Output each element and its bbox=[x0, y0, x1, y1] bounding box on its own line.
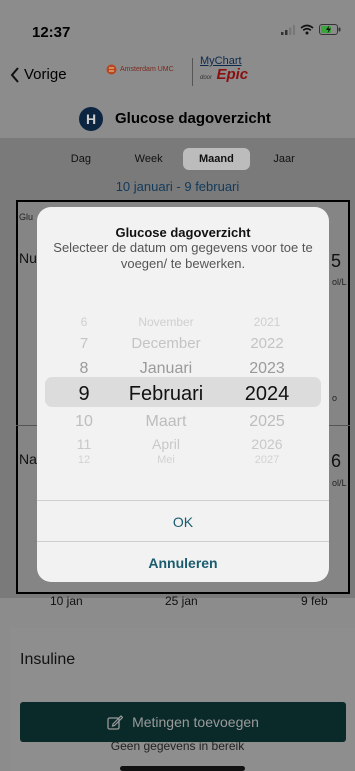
logo-divider bbox=[192, 58, 193, 86]
picker-row-selected[interactable]: 9 Februari 2024 bbox=[37, 383, 329, 407]
x-tick-label: 9 feb bbox=[301, 594, 328, 608]
picker-year: 2023 bbox=[249, 360, 285, 377]
tab-dag[interactable]: Dag bbox=[47, 148, 115, 170]
dialog-divider bbox=[37, 500, 329, 501]
picker-year: 2025 bbox=[249, 413, 285, 430]
edit-icon bbox=[107, 714, 124, 730]
picker-month: Januari bbox=[139, 360, 193, 377]
no-data-text: Geen gegevens in bereik bbox=[110, 739, 245, 753]
hospital-badge: H bbox=[79, 107, 103, 131]
picker-row[interactable]: 6 November 2021 bbox=[37, 315, 329, 335]
row-divider bbox=[329, 425, 350, 426]
picker-month: December bbox=[131, 335, 201, 352]
value-fragment-small: o bbox=[332, 393, 338, 403]
insuline-title: Insuline bbox=[20, 651, 76, 668]
row-label-fragment: Nu bbox=[19, 250, 37, 266]
date-range: 10 januari - 9 februari bbox=[115, 179, 240, 194]
picker-month: Februari bbox=[128, 383, 204, 405]
x-tick-label: 10 jan bbox=[50, 594, 83, 608]
mychart-logo: MyChart door Epic bbox=[200, 56, 248, 83]
wifi-icon bbox=[300, 24, 314, 35]
dialog-title: Glucose dagoverzicht bbox=[115, 225, 251, 240]
picker-year: 2024 bbox=[244, 383, 290, 405]
epic-prefix: door bbox=[200, 75, 213, 81]
dialog-subtitle: Selecteer de datum om gegevens voor toe … bbox=[53, 240, 313, 271]
back-button[interactable]: Vorige bbox=[10, 66, 67, 83]
row-label-fragment: Na bbox=[19, 451, 37, 467]
picker-month: Mei bbox=[157, 454, 175, 466]
picker-year: 2021 bbox=[253, 315, 281, 329]
value-fragment: 5 bbox=[331, 251, 342, 271]
picker-year: 2022 bbox=[250, 335, 284, 352]
row-divider bbox=[16, 425, 38, 426]
picker-row[interactable]: 7 December 2022 bbox=[37, 335, 329, 355]
battery-charging-icon bbox=[319, 24, 341, 35]
tab-jaar[interactable]: Jaar bbox=[250, 148, 318, 170]
picker-day: 6 bbox=[80, 315, 88, 329]
epic-logo-text: Epic bbox=[216, 66, 249, 83]
picker-row[interactable]: 11 April 2026 bbox=[37, 436, 329, 456]
back-label: Vorige bbox=[24, 66, 67, 83]
x-tick-label: 25 jan bbox=[165, 594, 198, 608]
picker-day: 10 bbox=[75, 413, 93, 430]
picker-month: Maart bbox=[145, 413, 187, 430]
page-title: Glucose dagoverzicht bbox=[115, 110, 271, 127]
date-wheel-picker[interactable]: 6 November 2021 7 December 2022 8 Januar… bbox=[37, 302, 329, 472]
value-fragment: 6 bbox=[331, 451, 342, 471]
picker-day: 8 bbox=[79, 360, 89, 377]
picker-month: April bbox=[151, 436, 180, 452]
unit-fragment: ol/L bbox=[332, 478, 347, 488]
signal-icon bbox=[281, 24, 295, 35]
chevron-left-icon bbox=[10, 66, 19, 83]
ok-button[interactable]: OK bbox=[37, 514, 329, 530]
dialog-divider bbox=[37, 541, 329, 542]
picker-row[interactable]: 8 Januari 2023 bbox=[37, 360, 329, 380]
picker-day: 11 bbox=[76, 436, 92, 452]
add-measurements-label: Metingen toevoegen bbox=[132, 714, 259, 730]
add-measurements-button[interactable]: Metingen toevoegen bbox=[20, 702, 346, 742]
amc-crest-icon bbox=[106, 64, 117, 75]
date-picker-dialog: Glucose dagoverzicht Selecteer de datum … bbox=[37, 207, 329, 582]
picker-row[interactable]: 12 Mei 2027 bbox=[37, 454, 329, 474]
picker-row[interactable]: 10 Maart 2025 bbox=[37, 413, 329, 433]
unit-fragment: ol/L bbox=[332, 277, 347, 287]
status-icons bbox=[281, 24, 341, 35]
amsterdam-umc-logo: Amsterdam UMC bbox=[106, 64, 174, 75]
picker-day: 9 bbox=[78, 383, 90, 405]
period-segmented-control: Dag Week Maand Jaar bbox=[45, 146, 320, 172]
status-time: 12:37 bbox=[32, 24, 71, 41]
tab-maand[interactable]: Maand bbox=[182, 148, 251, 170]
card-heading-fragment: Glu bbox=[19, 212, 34, 222]
picker-day: 12 bbox=[77, 454, 91, 466]
tab-week[interactable]: Week bbox=[115, 148, 183, 170]
picker-month: November bbox=[138, 315, 194, 329]
picker-year: 2026 bbox=[251, 436, 283, 452]
picker-year: 2027 bbox=[254, 454, 280, 466]
home-indicator bbox=[120, 766, 245, 771]
cancel-button[interactable]: Annuleren bbox=[37, 555, 329, 571]
picker-day: 7 bbox=[79, 335, 89, 352]
amc-logo-text: Amsterdam UMC bbox=[120, 66, 174, 73]
